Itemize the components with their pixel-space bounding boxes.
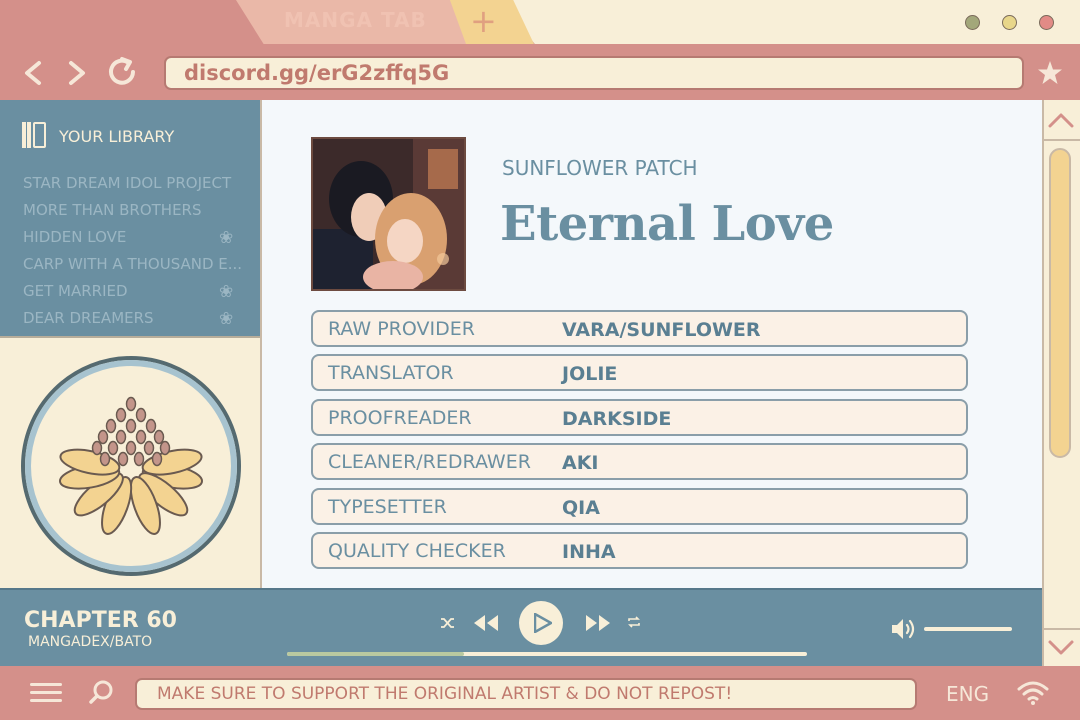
credit-name: INHA: [562, 541, 616, 563]
tab-strip: [500, 0, 1080, 44]
menu-icon[interactable]: [30, 683, 62, 703]
sidebar-item[interactable]: MORE THAN BROTHERS: [23, 201, 202, 219]
close-button[interactable]: [1039, 15, 1054, 30]
tab-active[interactable]: MANGA TAB: [236, 0, 466, 44]
source-label: MANGADEX/BATO: [28, 634, 153, 650]
sidebar-item[interactable]: GET MARRIED: [23, 282, 128, 300]
notice-bar: MAKE SURE TO SUPPORT THE ORIGINAL ARTIST…: [135, 678, 917, 710]
volume-slider[interactable]: [924, 627, 1012, 631]
language-label[interactable]: ENG: [946, 682, 989, 706]
star-icon[interactable]: [1037, 60, 1063, 86]
minimize-button[interactable]: [965, 15, 980, 30]
repeat-icon[interactable]: [627, 615, 641, 629]
credit-role: TYPESETTER: [328, 495, 447, 518]
flower-icon: ❀: [219, 282, 234, 302]
forward-arrow-icon[interactable]: [66, 60, 88, 86]
notice-text: MAKE SURE TO SUPPORT THE ORIGINAL ARTIST…: [157, 684, 733, 704]
wifi-icon[interactable]: [1016, 680, 1050, 706]
credit-name: VARA/SUNFLOWER: [562, 319, 761, 341]
credit-role: TRANSLATOR: [328, 362, 454, 385]
credit-name: AKI: [562, 452, 599, 475]
group-name: SUNFLOWER PATCH: [502, 156, 698, 180]
credit-row: TRANSLATOR JOLIE: [311, 354, 968, 392]
flower-icon: ❀: [219, 309, 234, 329]
credit-name: DARKSIDE: [562, 407, 672, 430]
sidebar-item[interactable]: DEAR DREAMERS: [23, 309, 154, 327]
play-icon: [534, 613, 552, 633]
credit-row: CLEANER/REDRAWER AKI: [311, 443, 968, 481]
credit-role: RAW PROVIDER: [328, 318, 475, 340]
cover-image: [311, 137, 466, 291]
shuffle-icon[interactable]: [440, 616, 456, 630]
chapter-label: CHAPTER 60: [24, 608, 177, 633]
credit-role: CLEANER/REDRAWER: [328, 451, 531, 474]
credit-row: TYPESETTER QIA: [311, 487, 968, 525]
play-button[interactable]: [519, 601, 563, 645]
credit-name: JOLIE: [562, 363, 618, 386]
tab-title: MANGA TAB: [284, 8, 427, 32]
credit-row: PROOFREADER DARKSIDE: [311, 398, 968, 436]
scroll-thumb[interactable]: [1049, 148, 1071, 458]
reload-icon[interactable]: [106, 56, 140, 88]
credit-name: QIA: [562, 496, 600, 519]
credit-row: QUALITY CHECKER INHA: [311, 532, 968, 569]
scroll-down-icon[interactable]: [1046, 638, 1076, 658]
scroll-up-icon[interactable]: [1046, 110, 1076, 130]
series-title: Eternal Love: [500, 196, 834, 252]
back-arrow-icon[interactable]: [22, 60, 44, 86]
url-text: discord.gg/erG2zffq5G: [184, 61, 450, 85]
rewind-icon[interactable]: [473, 614, 499, 632]
fast-forward-icon[interactable]: [585, 614, 611, 632]
library-title: YOUR LIBRARY: [59, 127, 175, 146]
scroll-divider-top: [1044, 139, 1080, 141]
library-icon: [22, 122, 46, 148]
maximize-button[interactable]: [1002, 15, 1017, 30]
url-bar[interactable]: discord.gg/erG2zffq5G: [164, 56, 1024, 90]
sunflower-logo: [21, 356, 241, 576]
sidebar-item[interactable]: HIDDEN LOVE: [23, 228, 126, 246]
search-icon[interactable]: [88, 679, 114, 705]
flower-icon: ❀: [219, 228, 234, 248]
credit-role: PROOFREADER: [328, 406, 472, 429]
scroll-divider-bottom: [1044, 628, 1080, 630]
credit-row: RAW PROVIDER VARA/SUNFLOWER: [311, 310, 968, 347]
volume-icon[interactable]: [890, 617, 918, 641]
credit-role: QUALITY CHECKER: [328, 540, 506, 562]
sidebar-item[interactable]: STAR DREAM IDOL PROJECT: [23, 174, 231, 192]
progress-fill: [287, 652, 464, 656]
sidebar-item[interactable]: CARP WITH A THOUSAND E...: [23, 255, 242, 273]
plus-icon: +: [470, 2, 497, 40]
